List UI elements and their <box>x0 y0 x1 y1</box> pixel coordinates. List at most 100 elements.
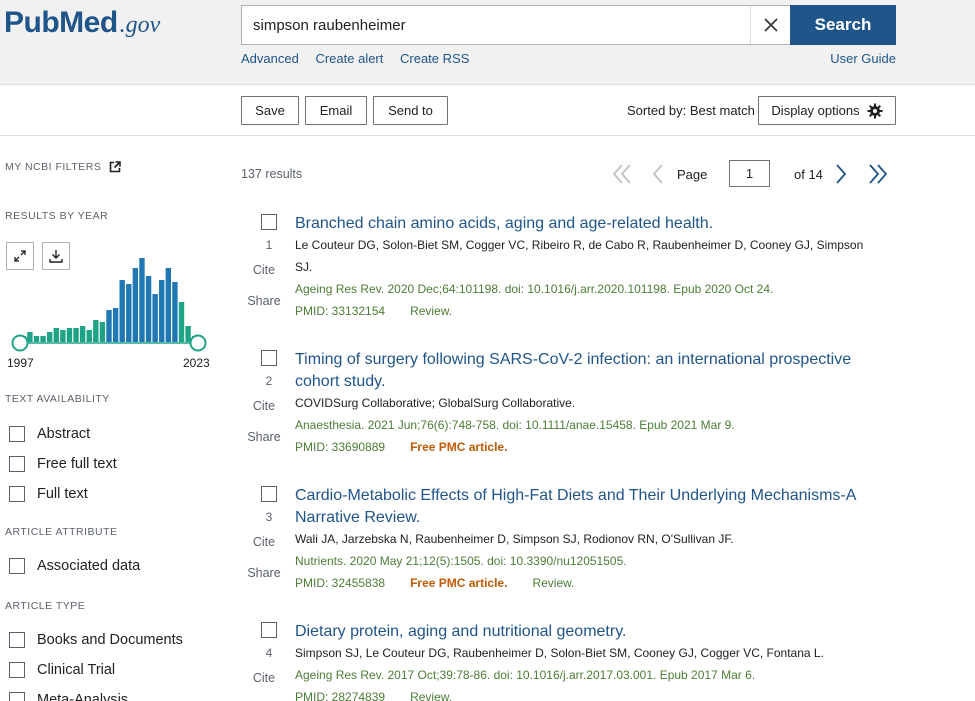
free-pmc-article-link[interactable]: Free PMC article. <box>410 440 507 454</box>
histogram-bar[interactable] <box>165 268 172 342</box>
filter-meta-analysis[interactable]: Meta-Analysis <box>9 692 128 701</box>
checkbox[interactable] <box>9 486 25 502</box>
cite-button[interactable]: Cite <box>241 671 287 685</box>
histogram-bar[interactable] <box>126 284 132 342</box>
histogram-bar[interactable] <box>106 310 112 342</box>
filter-full-text[interactable]: Full text <box>9 486 88 502</box>
share-button[interactable]: Share <box>241 566 287 580</box>
cite-button[interactable]: Cite <box>241 535 287 549</box>
histogram-bar[interactable] <box>73 328 79 342</box>
year-end-label: 2023 <box>183 356 210 370</box>
histogram-bar[interactable] <box>33 336 40 342</box>
results-by-year-histogram[interactable] <box>6 236 211 356</box>
histogram-bar[interactable] <box>86 330 92 342</box>
search-sublinks: Advanced Create alert Create RSS <box>241 51 482 66</box>
cite-button[interactable]: Cite <box>241 263 287 277</box>
clear-search-button[interactable] <box>750 6 790 44</box>
histogram-bar[interactable] <box>66 328 73 342</box>
next-page-icon[interactable] <box>834 163 848 185</box>
range-handle-start[interactable] <box>11 334 29 352</box>
histogram-bar[interactable] <box>185 326 191 342</box>
last-page-icon[interactable] <box>868 163 888 185</box>
article-pmid: PMID: 28274839 <box>295 690 386 701</box>
article-pmid-row: PMID: 33690889 Free PMC article. <box>295 440 507 454</box>
display-options-button[interactable]: Display options <box>758 96 896 125</box>
histogram-bar[interactable] <box>139 258 145 342</box>
histogram-bar[interactable] <box>93 320 99 342</box>
search-input[interactable] <box>242 6 747 44</box>
advanced-link[interactable]: Advanced <box>241 51 299 66</box>
action-bar: Save Email Send to Sorted by: Best match… <box>0 85 975 136</box>
histogram-bar[interactable] <box>159 280 165 342</box>
result-article: 4 Cite Dietary protein, aging and nutrit… <box>241 622 901 701</box>
histogram-bar[interactable] <box>145 276 152 342</box>
article-authors: Simpson SJ, Le Couteur DG, Raubenheimer … <box>295 646 824 660</box>
select-article-checkbox[interactable] <box>261 486 277 502</box>
histogram-bar[interactable] <box>178 302 185 342</box>
article-citation: Nutrients. 2020 May 21;12(5):1505. doi: … <box>295 554 627 568</box>
checkbox[interactable] <box>9 426 25 442</box>
article-attribute-heading: ARTICLE ATTRIBUTE <box>5 526 118 538</box>
article-title-link[interactable]: Branched chain amino acids, aging and ag… <box>295 213 895 235</box>
select-article-checkbox[interactable] <box>261 622 277 638</box>
histogram-bar[interactable] <box>60 330 66 342</box>
filter-associated-data[interactable]: Associated data <box>9 558 140 574</box>
filter-clinical-trial[interactable]: Clinical Trial <box>9 662 115 678</box>
select-article-checkbox[interactable] <box>261 214 277 230</box>
article-number: 4 <box>265 646 273 660</box>
article-number: 1 <box>265 238 273 252</box>
histogram-bar[interactable] <box>40 336 46 342</box>
previous-page-icon[interactable] <box>651 163 665 185</box>
review-tag: Review. <box>410 304 453 318</box>
histogram-bar[interactable] <box>79 326 86 342</box>
result-article: 1 Cite Share Branched chain amino acids,… <box>241 214 901 334</box>
logo-pub: Pub <box>4 6 60 39</box>
histogram-bar[interactable] <box>152 294 158 342</box>
filter-label: Books and Documents <box>37 632 183 648</box>
article-pmid-row: PMID: 33132154 Review. <box>295 304 452 318</box>
filter-free-full-text[interactable]: Free full text <box>9 456 117 472</box>
histogram-bar[interactable] <box>119 280 125 342</box>
create-rss-link[interactable]: Create RSS <box>400 51 469 66</box>
article-number: 3 <box>265 510 273 524</box>
histogram-bar[interactable] <box>46 332 53 342</box>
search-button[interactable]: Search <box>790 5 896 45</box>
free-pmc-article-link[interactable]: Free PMC article. <box>410 576 507 590</box>
create-alert-link[interactable]: Create alert <box>315 51 383 66</box>
histogram-bar[interactable] <box>53 328 59 342</box>
histogram-bar[interactable] <box>132 268 139 342</box>
select-article-checkbox[interactable] <box>261 350 277 366</box>
share-button[interactable]: Share <box>241 294 287 308</box>
first-page-icon[interactable] <box>612 163 632 185</box>
article-title-link[interactable]: Dietary protein, aging and nutritional g… <box>295 622 895 643</box>
article-pmid-row: PMID: 28274839 Review. <box>295 690 452 701</box>
histogram-bar[interactable] <box>112 308 119 342</box>
checkbox[interactable] <box>9 632 25 648</box>
filters-sidebar: MY NCBI FILTERS RESULTS BY YEAR 1997 202… <box>0 136 230 701</box>
save-button[interactable]: Save <box>241 96 299 125</box>
histogram-bar[interactable] <box>172 282 178 342</box>
article-title-link[interactable]: Timing of surgery following SARS-CoV-2 i… <box>295 349 885 393</box>
user-guide-link[interactable]: User Guide <box>830 51 896 66</box>
checkbox[interactable] <box>9 692 25 701</box>
article-citation: Ageing Res Rev. 2020 Dec;64:101198. doi:… <box>295 282 774 296</box>
text-availability-heading: TEXT AVAILABILITY <box>5 393 110 405</box>
article-title-link[interactable]: Cardio-Metabolic Effects of High-Fat Die… <box>295 485 895 529</box>
checkbox[interactable] <box>9 662 25 678</box>
histogram-bar[interactable] <box>99 322 106 342</box>
cite-button[interactable]: Cite <box>241 399 287 413</box>
article-type-heading: ARTICLE TYPE <box>5 600 86 612</box>
logo-med: Med <box>59 6 118 39</box>
pubmed-logo[interactable]: Pub Med .gov <box>4 6 160 46</box>
review-tag: Review. <box>410 690 453 701</box>
filter-books-and-documents[interactable]: Books and Documents <box>9 632 183 648</box>
checkbox[interactable] <box>9 456 25 472</box>
my-ncbi-filters[interactable]: MY NCBI FILTERS <box>5 161 122 173</box>
send-to-button[interactable]: Send to <box>373 96 448 125</box>
page-number-input[interactable] <box>729 160 770 187</box>
share-button[interactable]: Share <box>241 430 287 444</box>
email-button[interactable]: Email <box>305 96 367 125</box>
checkbox[interactable] <box>9 558 25 574</box>
filter-abstract[interactable]: Abstract <box>9 426 90 442</box>
range-handle-end[interactable] <box>189 334 207 352</box>
